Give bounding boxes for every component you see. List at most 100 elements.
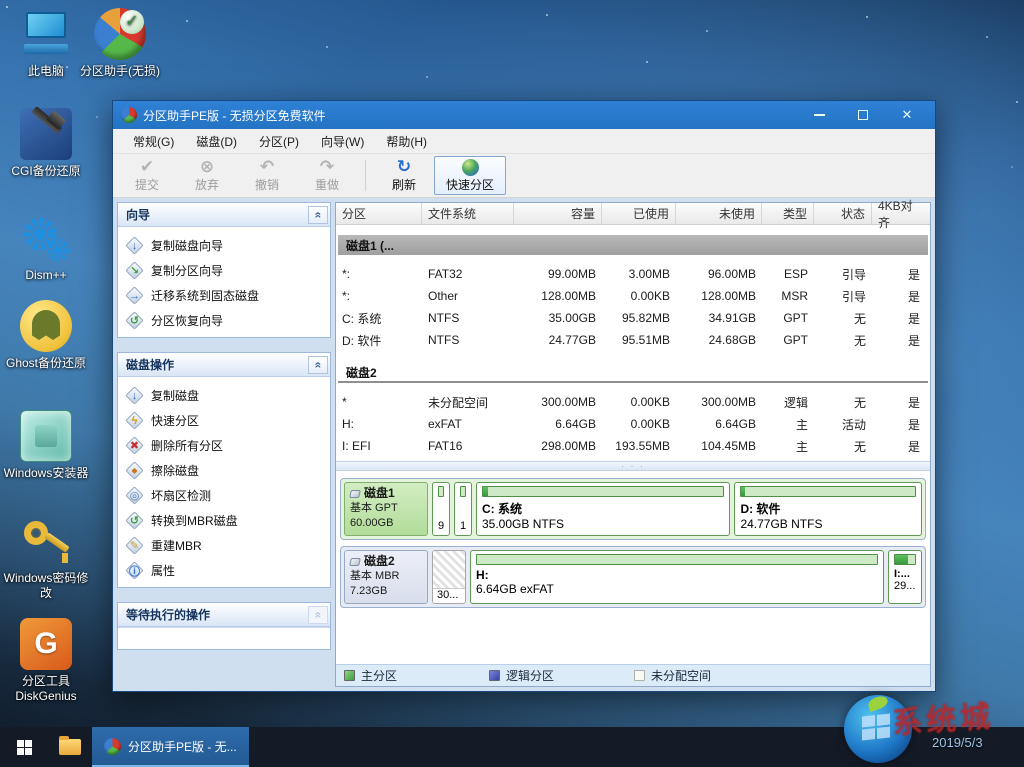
table-row[interactable]: *:Other128.00MB0.00KB128.00MBMSR引导是 — [336, 285, 930, 307]
sidebar-item-rebuild-mbr[interactable]: ✎ 重建MBR — [118, 533, 330, 558]
disk1-group-row[interactable]: 磁盘1 (... — [338, 235, 928, 255]
pane-splitter[interactable]: · · · — [336, 461, 930, 471]
undo-button[interactable]: ↶ 撤销 — [237, 156, 297, 195]
partition-title: H: — [476, 568, 878, 582]
maximize-button[interactable] — [841, 101, 885, 129]
magnifier-icon: ◎ — [126, 487, 143, 504]
table-row[interactable]: D: 软件NTFS24.77GB95.51MB24.68GBGPT无是 — [336, 329, 930, 351]
pending-operations-list[interactable] — [118, 627, 330, 649]
partition-block-unallocated[interactable]: 30... — [432, 550, 466, 604]
menu-disk[interactable]: 磁盘(D) — [186, 129, 247, 154]
table-row[interactable]: I: EFIFAT16298.00MB193.55MB104.45MB主无是 — [336, 435, 930, 457]
menu-general[interactable]: 常规(G) — [123, 129, 184, 154]
close-icon: ✕ — [902, 107, 913, 123]
sidebar-item-partition-recovery-wizard[interactable]: ↺ 分区恢复向导 — [118, 308, 330, 333]
ghost-icon — [20, 300, 72, 352]
sidebar-item-wipe-disk[interactable]: ◆ 擦除磁盘 — [118, 458, 330, 483]
check-icon: ✓ — [120, 10, 144, 34]
disk-name: 磁盘1 — [364, 486, 395, 501]
sidebar-item-copy-disk-wizard[interactable]: ↓ 复制磁盘向导 — [118, 233, 330, 258]
column-unused[interactable]: 未使用 — [676, 203, 762, 224]
minimize-button[interactable] — [797, 101, 841, 129]
column-partition[interactable]: 分区 — [336, 203, 422, 224]
refresh-button[interactable]: ↻ 刷新 — [374, 156, 434, 195]
sidebar-item-copy-disk[interactable]: ↓ 复制磁盘 — [118, 383, 330, 408]
menu-bar: 常规(G) 磁盘(D) 分区(P) 向导(W) 帮助(H) — [113, 129, 935, 154]
menu-wizard[interactable]: 向导(W) — [311, 129, 374, 154]
column-used[interactable]: 已使用 — [602, 203, 676, 224]
desktop-icon-dism[interactable]: Dism++ — [2, 212, 90, 283]
partition-subtitle: 29... — [894, 580, 916, 592]
logical-partition-swatch — [489, 670, 500, 681]
table-row[interactable]: C: 系统NTFS35.00GB95.82MB34.91GBGPT无是 — [336, 307, 930, 329]
column-type[interactable]: 类型 — [762, 203, 814, 224]
sidebar-item-properties[interactable]: ⓘ 属性 — [118, 558, 330, 583]
pencil-icon: ✎ — [126, 537, 143, 554]
partition-block-esp[interactable]: 9 — [432, 482, 450, 536]
desktop-icon-windows-installer[interactable]: Windows安装器 — [2, 410, 90, 481]
discard-button[interactable]: ⊗ 放弃 — [177, 156, 237, 195]
desktop-icon-cgi-backup[interactable]: CGI备份还原 — [2, 108, 90, 179]
commit-icon: ✔ — [140, 158, 154, 176]
sidebar-item-bad-sector-check[interactable]: ◎ 坏扇区检测 — [118, 483, 330, 508]
menu-partition[interactable]: 分区(P) — [249, 129, 309, 154]
desktop: 此电脑 ✓ 分区助手(无损) CGI备份还原 Dism++ Ghost备份还原 … — [0, 0, 1024, 767]
sidebar-item-copy-partition-wizard[interactable]: ↘ 复制分区向导 — [118, 258, 330, 283]
partition-block-msr[interactable]: 1 — [454, 482, 472, 536]
disk2-label-block[interactable]: 磁盘2 基本 MBR 7.23GB — [344, 550, 428, 604]
primary-partition-swatch — [344, 670, 355, 681]
usage-bar — [894, 554, 916, 565]
sidebar-item-label: 属性 — [151, 562, 175, 579]
refresh-icon: ↻ — [397, 158, 411, 176]
start-button[interactable] — [0, 727, 48, 767]
desktop-icon-windows-password[interactable]: Windows密码修改 — [2, 515, 90, 601]
partition-subtitle: 24.77GB NTFS — [740, 517, 916, 531]
column-4kb-aligned[interactable]: 4KB对齐 — [872, 203, 930, 224]
disk1-label-block[interactable]: 磁盘1 基本 GPT 60.00GB — [344, 482, 428, 536]
sidebar-item-quick-partition[interactable]: ϟ 快速分区 — [118, 408, 330, 433]
partition-subtitle: 6.64GB exFAT — [476, 582, 878, 596]
sidebar-item-migrate-os-ssd[interactable]: → 迁移系统到固态磁盘 — [118, 283, 330, 308]
partition-size-short: 9 — [438, 520, 444, 532]
column-filesystem[interactable]: 文件系统 — [422, 203, 514, 224]
column-status[interactable]: 状态 — [814, 203, 872, 224]
menu-help[interactable]: 帮助(H) — [376, 129, 437, 154]
sidebar-item-delete-all-partitions[interactable]: ✖ 删除所有分区 — [118, 433, 330, 458]
disk2-group-row[interactable]: 磁盘2 — [338, 363, 928, 383]
redo-button[interactable]: ↷ 重做 — [297, 156, 357, 195]
sidebar-item-label: 复制磁盘 — [151, 387, 199, 404]
window-content: 向导 « ↓ 复制磁盘向导 ↘ 复制分区向导 → — [113, 198, 935, 691]
disk-size: 7.23GB — [350, 584, 422, 599]
desktop-icon-diskgenius[interactable]: G 分区工具 DiskGenius — [2, 618, 90, 704]
partition-block-i[interactable]: I:... 29... — [888, 550, 922, 604]
window-title: 分区助手PE版 - 无损分区免费软件 — [143, 107, 797, 124]
partition-block-c[interactable]: C: 系统 35.00GB NTFS — [476, 482, 730, 536]
taskbar-task-partition-assistant[interactable]: 分区助手PE版 - 无... — [92, 727, 249, 767]
sidebar-item-label: 删除所有分区 — [151, 437, 223, 454]
table-row[interactable]: H:exFAT6.64GB0.00KB6.64GB主活动是 — [336, 413, 930, 435]
partition-block-d[interactable]: D: 软件 24.77GB NTFS — [734, 482, 922, 536]
table-row[interactable]: *未分配空间300.00MB0.00KB300.00MB逻辑无是 — [336, 391, 930, 413]
partition-assistant-window: 分区助手PE版 - 无损分区免费软件 ✕ 常规(G) 磁盘(D) 分区(P) 向… — [112, 100, 936, 692]
collapse-button[interactable]: « — [308, 356, 328, 374]
panel-title: 等待执行的操作 — [126, 606, 308, 623]
column-capacity[interactable]: 容量 — [514, 203, 602, 224]
commit-button[interactable]: ✔ 提交 — [117, 156, 177, 195]
partition-block-h[interactable]: H: 6.64GB exFAT — [470, 550, 884, 604]
unallocated-hatch — [433, 551, 465, 589]
quick-partition-button[interactable]: 快速分区 — [434, 156, 506, 195]
desktop-icon-partition-assistant[interactable]: ✓ 分区助手(无损) — [76, 8, 164, 79]
sidebar-item-convert-to-mbr[interactable]: ↺ 转换到MBR磁盘 — [118, 508, 330, 533]
desktop-icon-ghost-backup[interactable]: Ghost备份还原 — [2, 300, 90, 371]
collapse-button[interactable]: « — [308, 606, 328, 624]
wipe-icon: ◆ — [126, 462, 143, 479]
disk-arrow-icon: ↓ — [126, 237, 143, 254]
legend-logical-partition: 逻辑分区 — [481, 667, 626, 684]
table-row[interactable]: *:FAT3299.00MB3.00MB96.00MBESP引导是 — [336, 263, 930, 285]
file-explorer-button[interactable] — [48, 727, 92, 767]
title-bar[interactable]: 分区助手PE版 - 无损分区免费软件 ✕ — [113, 101, 935, 129]
quick-partition-label: 快速分区 — [446, 176, 494, 193]
close-button[interactable]: ✕ — [885, 101, 929, 129]
collapse-button[interactable]: « — [308, 206, 328, 224]
desktop-icon-label: Ghost备份还原 — [2, 356, 90, 371]
